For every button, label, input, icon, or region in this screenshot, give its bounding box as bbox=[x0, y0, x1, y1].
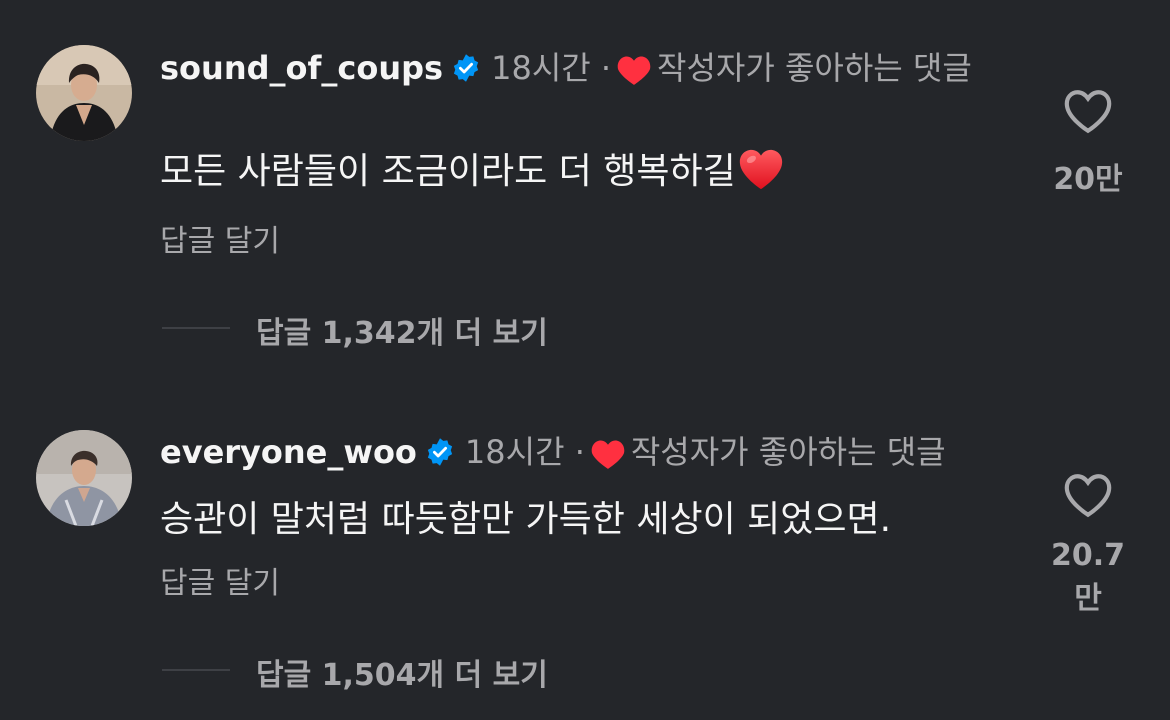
heart-filled-icon bbox=[591, 438, 625, 469]
view-replies-button[interactable]: 답글 1,504개 더 보기 bbox=[256, 650, 548, 694]
creator-liked-label: 작성자가 좋아하는 댓글 bbox=[630, 433, 946, 471]
timestamp: 18시간 bbox=[464, 433, 565, 471]
replies-divider bbox=[162, 669, 230, 671]
username[interactable]: everyone_woo bbox=[160, 433, 417, 471]
like-count: 20.7만 bbox=[1050, 538, 1126, 616]
like-group: 20.7만 bbox=[1040, 472, 1136, 617]
heart-outline-icon[interactable] bbox=[1063, 472, 1113, 518]
comment-2: everyone_woo 18시간 · 작성자가 좋아하는 댓글 승관이 말처럼 따… bbox=[0, 0, 1170, 720]
reply-button[interactable]: 답글 달기 bbox=[160, 558, 280, 602]
comment-text-content: 승관이 말처럼 따듯함만 가득한 세상이 되었으면. bbox=[160, 499, 892, 540]
separator-dot: · bbox=[574, 433, 585, 471]
comment-header: everyone_woo 18시간 · 작성자가 좋아하는 댓글 bbox=[160, 432, 990, 472]
avatar[interactable] bbox=[36, 430, 132, 526]
comment-text: 승관이 말처럼 따듯함만 가득한 세상이 되었으면. bbox=[160, 490, 891, 542]
verified-badge-icon bbox=[425, 436, 455, 466]
